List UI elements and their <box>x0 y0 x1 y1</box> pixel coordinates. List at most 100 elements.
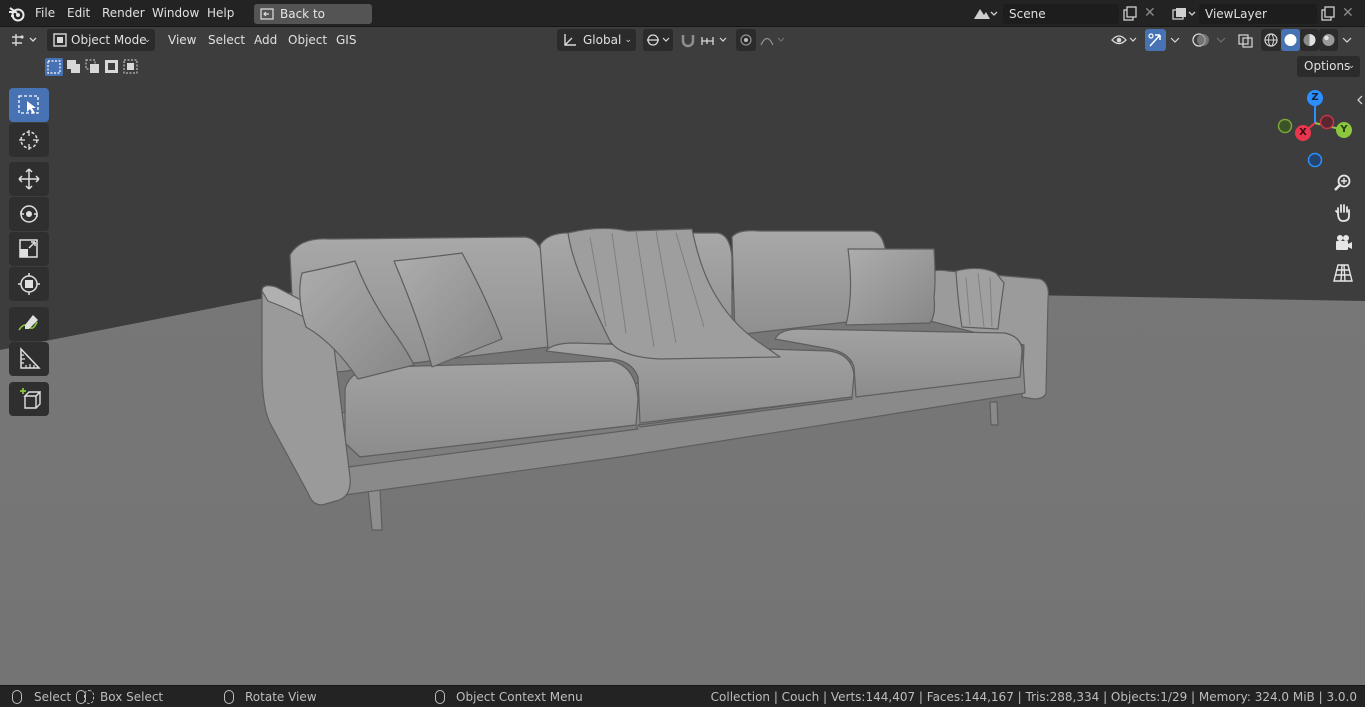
back-arrow-icon <box>260 8 274 20</box>
status-rotate-view: Rotate View <box>245 690 317 704</box>
blender-logo-icon[interactable] <box>8 5 26 23</box>
selection-mode-icons[interactable] <box>44 57 140 77</box>
rotate-tool[interactable] <box>9 197 49 231</box>
scene-icon[interactable] <box>972 6 998 22</box>
proportional-edit-toggle[interactable] <box>736 29 756 51</box>
annotate-tool[interactable] <box>9 307 49 341</box>
measure-ruler-icon <box>20 347 41 369</box>
menu-object[interactable]: Object <box>288 29 327 51</box>
gizmo-x-label: X <box>1299 127 1307 138</box>
menu-view[interactable]: View <box>168 29 196 51</box>
cursor-tool[interactable] <box>9 123 49 157</box>
gizmo-dropdown[interactable] <box>1166 29 1184 51</box>
move-tool[interactable] <box>9 162 49 196</box>
zoom-button[interactable] <box>1330 170 1356 196</box>
options-label: Options <box>1304 59 1351 73</box>
gizmo-z-axis[interactable]: Z <box>1307 90 1323 106</box>
move-icon <box>18 168 40 190</box>
menu-help[interactable]: Help <box>207 0 234 27</box>
add-cube-tool[interactable] <box>9 382 49 416</box>
chevron-down-icon <box>1170 37 1180 43</box>
camera-view-button[interactable] <box>1330 230 1356 256</box>
hand-icon <box>1335 204 1350 222</box>
add-cube-icon <box>20 388 41 409</box>
zoom-magnifier-icon <box>1334 174 1351 191</box>
menu-render[interactable]: Render <box>102 0 145 27</box>
measure-tool[interactable] <box>9 342 49 376</box>
scene-name-field[interactable]: Scene <box>1003 4 1119 24</box>
shading-material-button[interactable] <box>1300 29 1319 51</box>
scene-render <box>0 227 1365 685</box>
gizmo-y-axis[interactable]: Y <box>1336 122 1352 138</box>
gizmo-z-label: Z <box>1311 92 1319 103</box>
chevron-down-icon: ⌄ <box>1347 61 1355 71</box>
wireframe-sphere-icon <box>1264 33 1278 47</box>
shading-rendered-button[interactable] <box>1319 29 1338 51</box>
xray-toggle[interactable] <box>1236 29 1256 51</box>
chevron-down-icon <box>1342 37 1352 43</box>
scale-tool[interactable] <box>9 232 49 266</box>
annotate-pencil-icon <box>18 315 38 331</box>
shading-solid-button[interactable] <box>1281 29 1300 51</box>
pivot-point-dropdown[interactable] <box>643 29 673 51</box>
delete-view-layer-icon[interactable]: ✕ <box>1342 5 1356 21</box>
status-bar: Select Box Select Rotate View Object Con… <box>0 685 1365 707</box>
status-context-menu: Object Context Menu <box>456 690 583 704</box>
menu-edit[interactable]: Edit <box>67 0 90 27</box>
mouse-left-icon <box>12 690 22 704</box>
grid-perspective-icon <box>1333 264 1353 282</box>
snap-toggle[interactable] <box>677 29 699 51</box>
back-to-previous-button[interactable]: Back to Previous <box>254 4 372 41</box>
3d-viewport[interactable]: Object Mode ⌄ View Select Add Object GIS… <box>0 27 1365 685</box>
object-mode-label: Object Mode <box>71 33 147 47</box>
collapse-sidebar-arrow-icon[interactable] <box>1355 93 1365 107</box>
options-dropdown[interactable]: Options ⌄ <box>1297 56 1360 77</box>
rendered-sphere-icon <box>1322 34 1335 46</box>
menu-window[interactable]: Window <box>152 0 199 27</box>
menu-gis[interactable]: GIS <box>336 29 356 51</box>
delete-scene-icon[interactable]: ✕ <box>1144 5 1158 21</box>
view-layer-icon[interactable] <box>1171 6 1197 22</box>
magnet-icon <box>681 35 695 48</box>
rotate-icon <box>20 205 38 223</box>
gizmo-toggle[interactable] <box>1145 29 1166 51</box>
object-mode-icon <box>53 33 67 47</box>
object-mode-dropdown[interactable]: Object Mode ⌄ <box>47 29 155 51</box>
solid-sphere-icon <box>1284 34 1297 46</box>
visibility-dropdown[interactable] <box>1110 29 1140 51</box>
status-box-select: Box Select <box>100 690 164 704</box>
pan-button[interactable] <box>1330 200 1356 226</box>
pivot-icon <box>647 34 670 46</box>
scene-name: Scene <box>1009 7 1046 21</box>
menu-select[interactable]: Select <box>208 29 245 51</box>
editor-type-button[interactable] <box>8 29 42 51</box>
shading-wireframe-button[interactable] <box>1261 29 1281 51</box>
overlays-dropdown[interactable] <box>1212 29 1230 51</box>
chevron-down-icon: ⌄ <box>143 35 151 45</box>
shading-dropdown[interactable] <box>1338 29 1356 51</box>
new-scene-icon[interactable] <box>1122 6 1140 22</box>
overlays-toggle[interactable] <box>1190 29 1212 51</box>
proportional-edit-icon <box>740 34 752 46</box>
select-box-tool[interactable] <box>9 88 49 122</box>
falloff-dropdown[interactable] <box>758 29 788 51</box>
snap-target-dropdown[interactable] <box>699 29 731 51</box>
new-view-layer-icon[interactable] <box>1320 6 1338 22</box>
scene-statistics: Collection | Couch | Verts:144,407 | Fac… <box>710 690 1357 704</box>
menu-file[interactable]: File <box>35 0 55 27</box>
transform-tool[interactable] <box>9 267 49 301</box>
orientation-label: Global <box>583 33 622 47</box>
mouse-box-icon <box>84 690 94 704</box>
menu-add[interactable]: Add <box>254 29 277 51</box>
top-menu-bar: File Edit Render Window Help Back to Pre… <box>0 0 1365 41</box>
transform-orientation-dropdown[interactable]: Global ⌄ <box>557 29 636 51</box>
viewport-header: Object Mode ⌄ View Select Add Object GIS… <box>0 27 1365 53</box>
perspective-toggle-button[interactable] <box>1330 260 1356 286</box>
orientation-icon <box>564 34 576 46</box>
navigation-gizmo[interactable]: Z X Y <box>1274 87 1358 171</box>
gizmo-icon <box>1148 33 1161 47</box>
eye-icon <box>1111 35 1137 45</box>
view-layer-field[interactable]: ViewLayer <box>1199 4 1317 24</box>
gizmo-x-axis[interactable]: X <box>1295 125 1311 141</box>
falloff-curve-icon <box>760 37 785 46</box>
